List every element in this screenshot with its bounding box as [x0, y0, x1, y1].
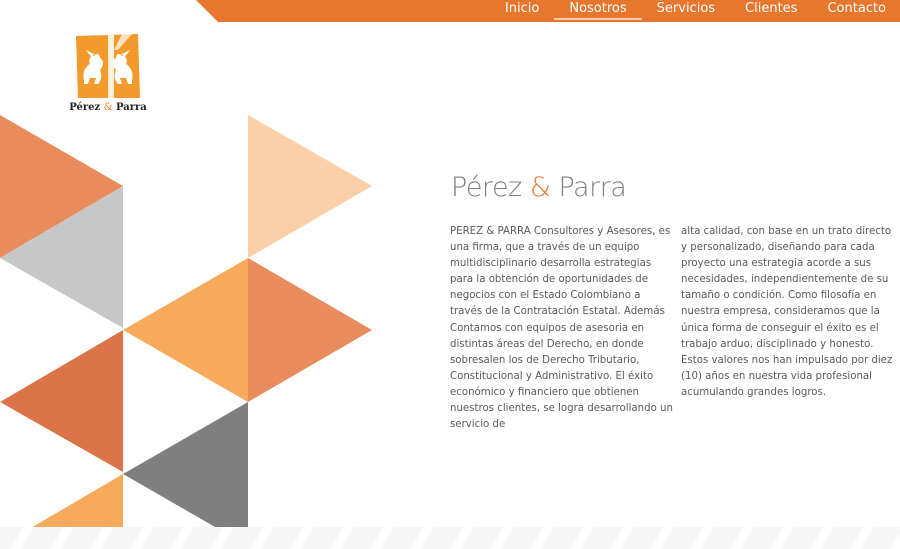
geometric-triangles-illustration	[0, 115, 372, 546]
triangle-peach-top-right	[248, 115, 372, 258]
griffin-shield-icon	[76, 34, 140, 98]
page-title: Pérez & Parra	[451, 172, 627, 203]
bottom-stripe-band	[0, 527, 900, 549]
main-nav: Inicio Nosotros Servicios Clientes Conta…	[490, 0, 900, 22]
nav-item-clientes[interactable]: Clientes	[730, 0, 812, 22]
about-paragraph-column-2: alta calidad, con base en un trato direc…	[681, 226, 893, 398]
triangle-terracotta-left	[0, 330, 123, 472]
nav-item-nosotros[interactable]: Nosotros	[554, 0, 642, 22]
triangle-orange-light-mid	[123, 258, 248, 402]
nav-item-servicios[interactable]: Servicios	[642, 0, 730, 22]
triangle-gray-dark	[123, 402, 248, 546]
nav-item-inicio[interactable]: Inicio	[490, 0, 554, 22]
triangle-salmon-right	[248, 258, 372, 402]
nav-item-contacto[interactable]: Contacto	[812, 0, 900, 22]
top-navigation-bar: Inicio Nosotros Servicios Clientes Conta…	[0, 0, 900, 22]
company-logo[interactable]: Pérez & Parra	[68, 32, 148, 116]
about-paragraph-column-1: PEREZ & PARRA Consultores y Asesores, es…	[450, 226, 673, 431]
